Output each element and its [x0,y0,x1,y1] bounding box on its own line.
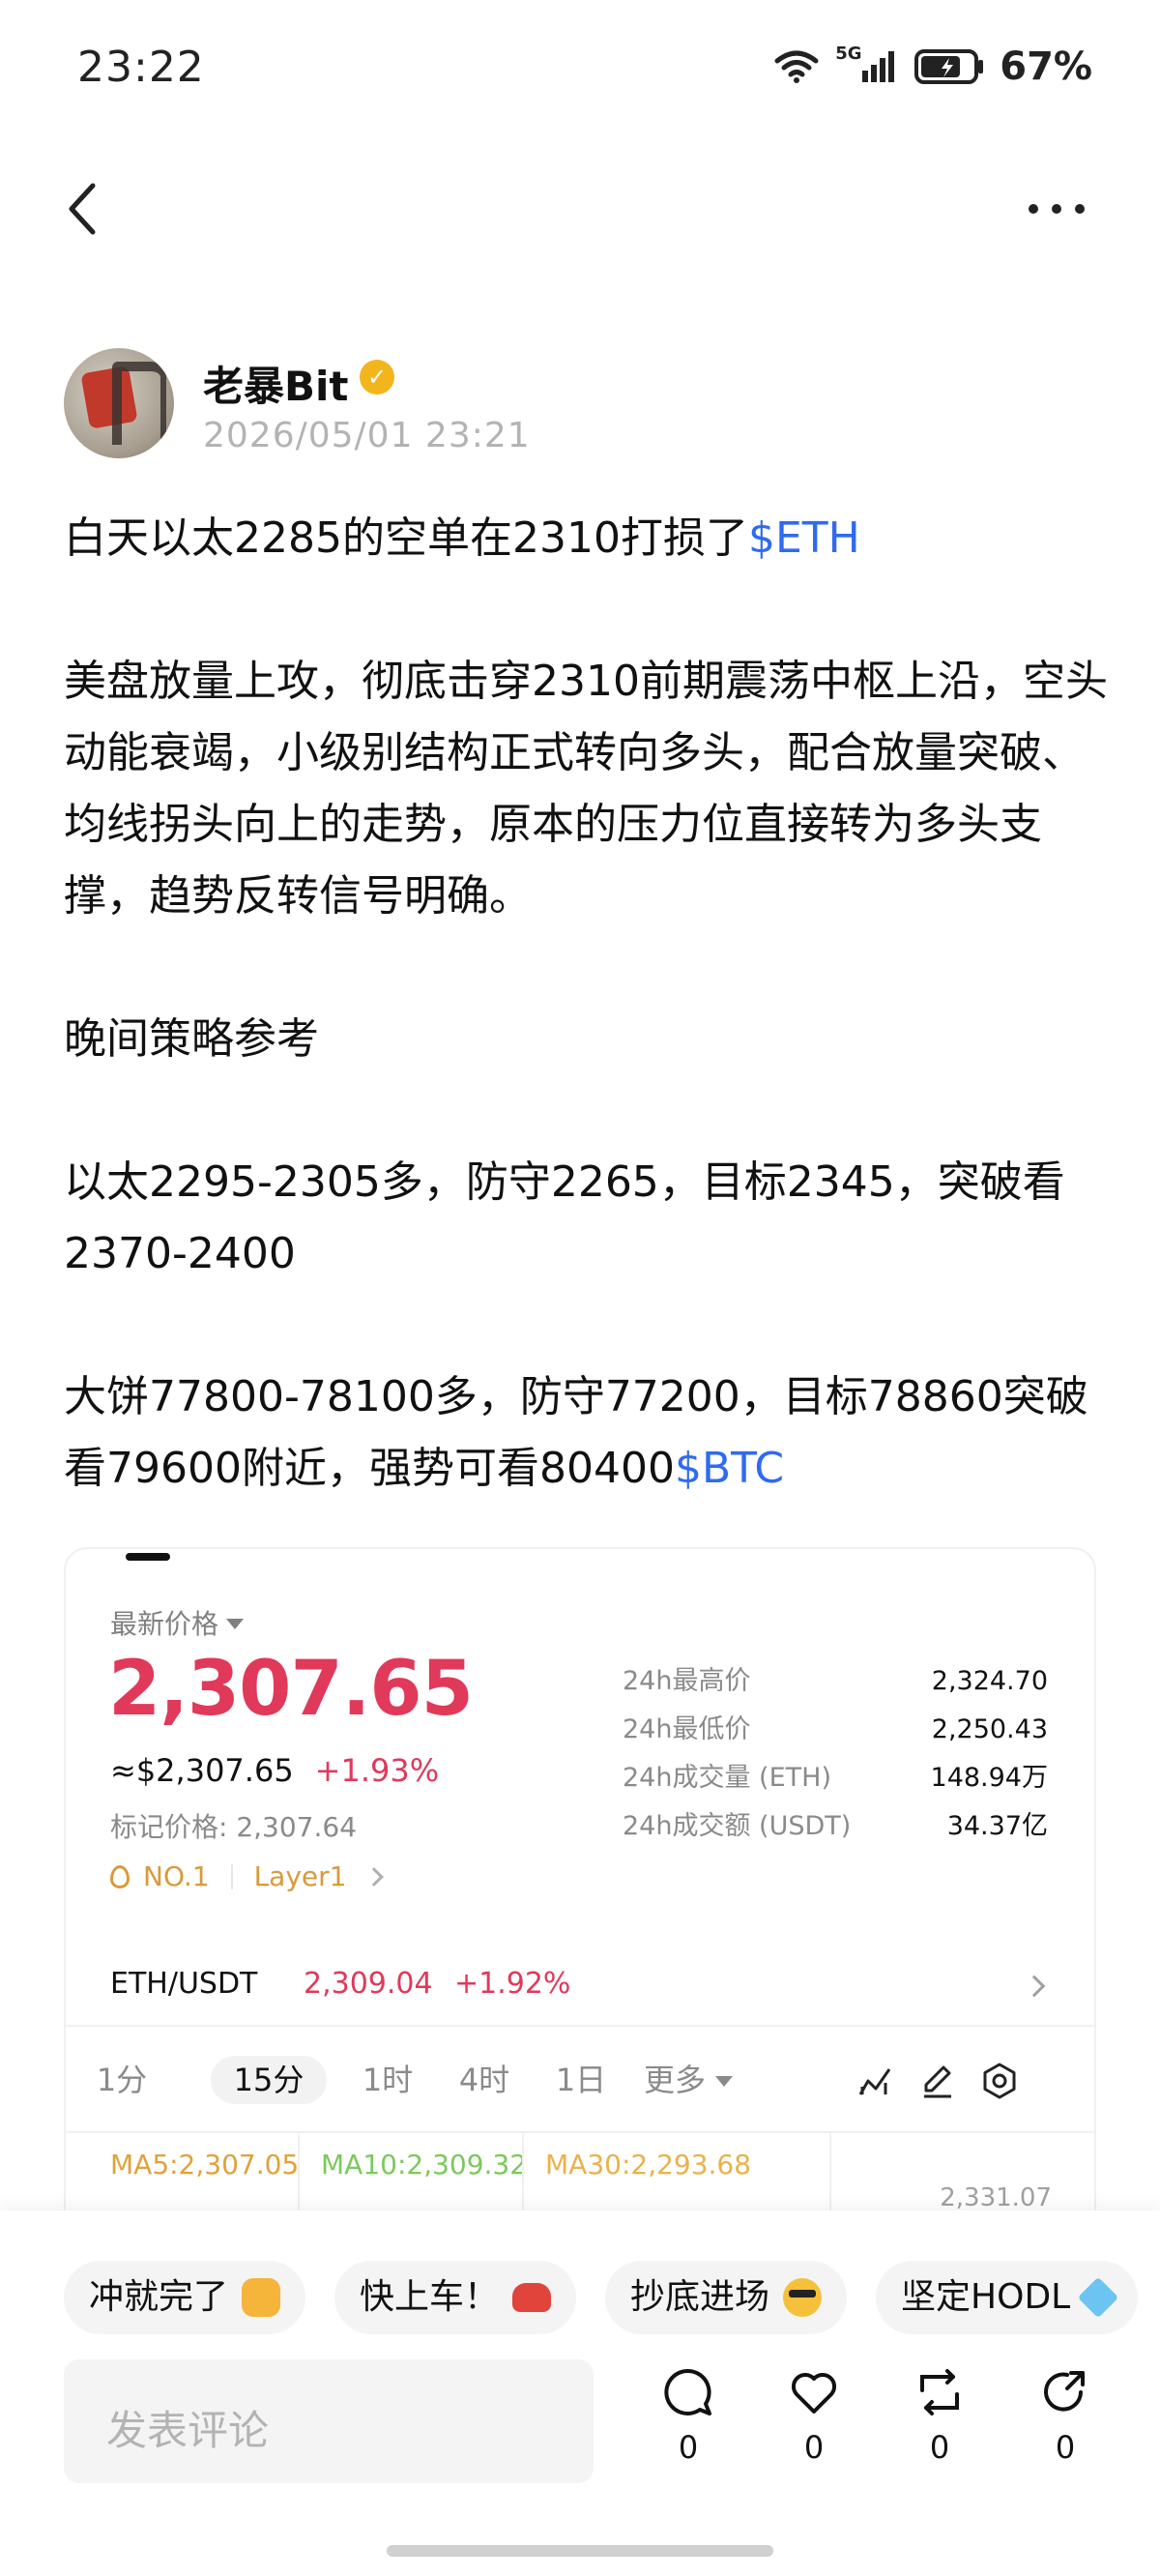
caret-down-icon [715,2076,733,2087]
battery-percent: 67% [1000,44,1092,89]
flame-icon [110,1864,130,1888]
pair-price: 2,309.04 [304,1967,433,2001]
btc-tag-link[interactable]: $BTC [675,1444,784,1493]
price-change: +1.93% [314,1752,440,1789]
draw-icon[interactable] [918,2062,957,2100]
tab-1h[interactable]: 1时 [348,2056,427,2104]
post-paragraph: 以太2295-2305多，防守2265，目标2345，突破看2370-2400 [64,1157,1065,1278]
share-button[interactable]: 0 [1027,2365,1104,2466]
post-paragraph: 白天以太2285的空单在2310打损了$ETH [64,513,860,563]
like-icon [791,2372,837,2414]
card-handle [126,1553,170,1561]
latest-price-dropdown[interactable]: 最新价格 [110,1603,245,1642]
chevron-left-icon [69,183,96,235]
share-count: 0 [1055,2429,1076,2466]
reaction-chip[interactable]: 冲就完了 [64,2261,306,2334]
trading-pair-row[interactable]: ETH/USDT 2,309.04 +1.92% [66,1946,1094,2027]
home-indicator[interactable] [387,2545,773,2557]
post-paragraph: 晚间策略参考 [64,1014,319,1064]
tab-1d[interactable]: 1日 [541,2056,621,2104]
back-button[interactable] [60,180,106,238]
comment-count: 0 [678,2429,699,2466]
battery-icon [914,49,984,84]
status-time: 23:22 [77,43,205,92]
car-emoji-icon [512,2283,552,2312]
quick-reactions: 冲就完了 快上车！ 抄底进场 坚定HODL [64,2261,1139,2334]
comment-placeholder: 发表评论 [106,2407,270,2454]
comment-button[interactable]: 0 [650,2365,727,2466]
tab-more[interactable]: 更多 [630,2056,746,2104]
post-paragraph: 美盘放量上攻，彻底击穿2310前期震荡中枢上沿，空头动能衰竭，小级别结构正式转向… [64,657,1108,921]
bottom-action-sheet: 冲就完了 快上车！ 抄底进场 坚定HODL 发表评论 0 0 0 0 [0,2210,1160,2576]
stat-row: 24h最低价 2,250.43 [623,1714,1048,1744]
mark-price: 标记价格: 2,307.64 [110,1811,358,1843]
market-card[interactable]: 最新价格 2,307.65 ≈$2,307.65 +1.93% 标记价格: 2,3… [64,1547,1096,2214]
pair-change: +1.92% [454,1967,571,2001]
reaction-chip[interactable]: 抄底进场 [605,2261,848,2334]
ma5-value: MA5:2,307.05 [110,2149,300,2181]
tab-4h[interactable]: 4时 [445,2056,524,2104]
latest-price: 2,307.65 [108,1646,474,1733]
chevron-right-icon [364,1866,385,1887]
chevron-right-icon [1023,1975,1046,1998]
category-chip[interactable]: Layer1 [254,1860,347,1892]
rank-chip[interactable]: NO.1 [143,1860,210,1892]
tab-1m[interactable]: 1分 [95,2056,149,2104]
ma30-value: MA30:2,293.68 [545,2149,752,2181]
gem-emoji-icon [1078,2276,1119,2319]
status-bar: 23:22 5G 67% [0,0,1160,145]
post-paragraph: 大饼77800-78100多，防守77200，目标78860突破看79600附近… [64,1372,1088,1493]
like-button[interactable]: 0 [775,2365,853,2466]
fist-emoji-icon [242,2278,281,2317]
cell-signal-icon: 5G [835,44,899,86]
avatar[interactable] [64,348,174,458]
fiat-price-row: ≈$2,307.65 +1.93% [110,1752,439,1789]
ma10-value: MA10:2,309.32 [321,2149,528,2181]
tab-15m[interactable]: 15分 [211,2056,327,2104]
more-horizontal-icon [1029,204,1038,214]
post-body: 白天以太2285的空单在2310打损了$ETH 美盘放量上攻，彻底击穿2310前… [64,503,1108,1505]
repost-icon [920,2369,959,2415]
author-name[interactable]: 老暴Bit [203,354,349,413]
coin-tags[interactable]: NO.1 Layer1 [110,1860,385,1892]
stat-row: 24h成交额 (USDT) 34.37亿 [623,1811,1048,1841]
wifi-icon [774,50,819,83]
comment-input[interactable]: 发表评论 [64,2359,594,2483]
more-button[interactable] [1029,193,1090,224]
comment-icon [664,2368,711,2415]
stats-panel: 24h最高价 2,324.70 24h最低价 2,250.43 24h成交量 (ET… [623,1657,1048,1851]
post-timestamp: 2026/05/01 23:21 [203,416,531,455]
verified-badge-icon: ✓ [360,360,394,395]
settings-icon[interactable] [980,2062,1019,2100]
caret-down-icon [226,1619,245,1629]
pair-name: ETH/USDT [110,1967,258,2001]
indicator-icon[interactable] [856,2062,895,2100]
reaction-chip[interactable]: 快上车！ [334,2261,577,2334]
fiat-price: ≈$2,307.65 [110,1752,294,1789]
price-axis-value: 2,331.07 [940,2183,1052,2212]
share-icon [1044,2371,1085,2412]
eth-tag-link[interactable]: $ETH [748,513,860,563]
ma-legend: MA5:2,307.05 MA10:2,309.32 MA30:2,293.68… [66,2133,1094,2214]
like-count: 0 [803,2429,825,2466]
divider [230,1863,233,1889]
repost-button[interactable]: 0 [901,2365,978,2466]
reaction-chip[interactable]: 坚定HODL [876,2261,1139,2334]
status-indicators: 5G 67% [773,44,1092,89]
interval-tabs: 1分 15分 1时 4时 1日 更多 [66,2027,1094,2133]
stat-row: 24h最高价 2,324.70 [623,1666,1048,1696]
stat-row: 24h成交量 (ETH) 148.94万 [623,1763,1048,1793]
sunglasses-emoji-icon [783,2278,823,2317]
repost-count: 0 [929,2429,950,2466]
